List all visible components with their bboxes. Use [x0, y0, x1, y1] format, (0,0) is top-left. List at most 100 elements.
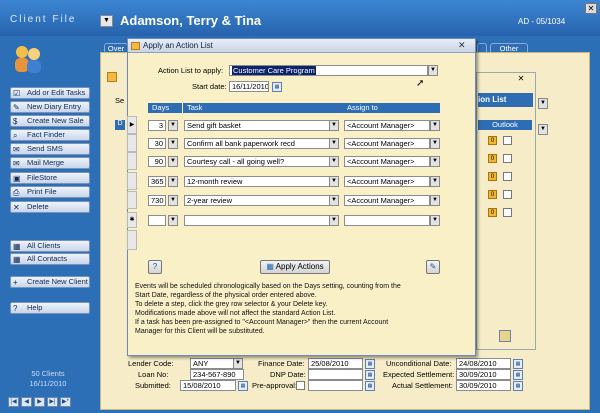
outlook-checkbox[interactable]	[503, 208, 512, 217]
days-dropdown[interactable]: ▼	[168, 176, 178, 187]
task-dropdown[interactable]: ▼	[329, 138, 339, 149]
preapproval-date-field[interactable]	[308, 380, 363, 391]
finance-date-field[interactable]: 25/08/2010	[308, 358, 363, 369]
start-date-field[interactable]: 16/11/2010	[229, 81, 269, 92]
calendar-icon[interactable]: ▦	[238, 381, 248, 391]
action-list-select[interactable]: Customer Care Program	[229, 65, 428, 76]
days-dropdown[interactable]: ▼	[168, 156, 178, 167]
new-task-field[interactable]	[184, 215, 330, 226]
outlook-checkbox[interactable]	[503, 136, 512, 145]
row-selector[interactable]: ▶	[127, 116, 137, 134]
action-list-button[interactable]: ion List	[478, 93, 533, 107]
expected-settlement-field[interactable]: 30/09/2010	[456, 369, 511, 380]
assign-dropdown[interactable]: ▼	[430, 195, 440, 206]
calendar-icon[interactable]: ▦	[513, 359, 523, 369]
finance-date-label: Finance Date:	[258, 359, 305, 368]
next-record-button[interactable]: ▶	[34, 397, 45, 407]
sidebar-item-fact-finder[interactable]: ⌕ Fact Finder	[10, 129, 90, 141]
close-icon[interactable]: ✕	[585, 3, 597, 14]
bg-dropdown-2[interactable]: ▼	[538, 124, 548, 135]
apply-actions-button[interactable]: ▦ Apply Actions	[260, 260, 330, 274]
days-field[interactable]: 3	[148, 120, 166, 131]
last-record-button[interactable]: ▶|	[47, 397, 58, 407]
new-assign-dropdown[interactable]: ▼	[430, 215, 440, 226]
new-days-field[interactable]	[148, 215, 166, 226]
row-selector[interactable]	[127, 172, 137, 190]
assign-field[interactable]: <Account Manager>	[344, 138, 430, 149]
calendar-icon[interactable]: ▦	[365, 370, 375, 380]
days-dropdown[interactable]: ▼	[168, 138, 178, 149]
row-selector[interactable]	[127, 191, 137, 209]
edit-list-icon[interactable]: ✎	[426, 260, 440, 274]
task-field[interactable]: Courtesy call - all going well?	[184, 156, 330, 167]
task-field[interactable]: Confirm all bank paperwork recd	[184, 138, 330, 149]
calendar-icon[interactable]: ▦	[365, 359, 375, 369]
bg-dropdown-1[interactable]: ▼	[538, 98, 548, 109]
assign-field[interactable]: <Account Manager>	[344, 195, 430, 206]
submitted-field[interactable]: 15/08/2010	[180, 380, 236, 391]
assign-field[interactable]: <Account Manager>	[344, 176, 430, 187]
days-dropdown[interactable]: ▼	[168, 195, 178, 206]
sidebar-item-help[interactable]: ? Help	[10, 302, 90, 314]
edit-icon[interactable]	[499, 330, 511, 342]
help-icon[interactable]: ?	[148, 260, 162, 274]
sidebar-item-delete[interactable]: ✕ Delete	[10, 201, 90, 213]
unconditional-date-field[interactable]: 24/08/2010	[456, 358, 511, 369]
days-field[interactable]: 30	[148, 138, 166, 149]
task-field[interactable]: Send gift basket	[184, 120, 330, 131]
assign-dropdown[interactable]: ▼	[430, 156, 440, 167]
close-icon[interactable]: ✕	[458, 40, 466, 51]
dnp-date-field[interactable]	[308, 369, 363, 380]
task-dropdown[interactable]: ▼	[329, 120, 339, 131]
actual-settlement-field[interactable]: 30/09/2010	[456, 380, 511, 391]
task-dropdown[interactable]: ▼	[329, 176, 339, 187]
assign-field[interactable]: <Account Manager>	[344, 120, 430, 131]
new-task-dropdown[interactable]: ▼	[329, 215, 339, 226]
clients-icon: ▦	[13, 242, 21, 251]
subwindow-close-icon[interactable]: ✕	[515, 74, 527, 85]
calendar-icon[interactable]: ▦	[272, 82, 282, 92]
assign-dropdown[interactable]: ▼	[430, 176, 440, 187]
row-selector[interactable]	[127, 152, 137, 170]
days-dropdown[interactable]: ▼	[168, 120, 178, 131]
sidebar-item-all-clients[interactable]: ▦ All Clients	[10, 240, 90, 252]
row-selector[interactable]	[127, 134, 137, 152]
task-dropdown[interactable]: ▼	[329, 195, 339, 206]
preapproval-checkbox[interactable]	[296, 381, 305, 390]
task-field[interactable]: 12-month review	[184, 176, 330, 187]
sidebar-item-add-or-edit-tasks[interactable]: ☑ Add or Edit Tasks	[10, 87, 90, 99]
assign-dropdown[interactable]: ▼	[430, 138, 440, 149]
days-field[interactable]: 730	[148, 195, 166, 206]
assign-field[interactable]: <Account Manager>	[344, 156, 430, 167]
days-field[interactable]: 90	[148, 156, 166, 167]
outlook-checkbox[interactable]	[503, 154, 512, 163]
outlook-checkbox[interactable]	[503, 190, 512, 199]
outlook-checkbox[interactable]	[503, 172, 512, 181]
client-dropdown-button[interactable]: ▼	[100, 15, 113, 27]
days-field[interactable]: 365	[148, 176, 166, 187]
task-field[interactable]: 2-year review	[184, 195, 330, 206]
prev-record-button[interactable]: ◀	[21, 397, 32, 407]
calendar-icon[interactable]: ▦	[513, 381, 523, 391]
lender-code-field[interactable]: ANY	[190, 358, 234, 369]
calendar-icon[interactable]: ▦	[365, 381, 375, 391]
lender-code-dropdown[interactable]: ▼	[233, 358, 243, 369]
sidebar-item-print-file[interactable]: ⎙ Print File	[10, 186, 90, 198]
sidebar-item-create-new-sale[interactable]: $ Create New Sale	[10, 115, 90, 127]
sidebar-item-filestore[interactable]: ▣ FileStore	[10, 172, 90, 184]
task-dropdown[interactable]: ▼	[329, 156, 339, 167]
sidebar-item-all-contacts[interactable]: ▦ All Contacts	[10, 253, 90, 265]
assign-dropdown[interactable]: ▼	[430, 120, 440, 131]
calendar-icon[interactable]: ▦	[513, 370, 523, 380]
new-record-button[interactable]: ▶*	[60, 397, 71, 407]
action-list-dropdown[interactable]: ▼	[428, 65, 438, 76]
first-record-button[interactable]: |◀	[8, 397, 19, 407]
new-assign-field[interactable]	[344, 215, 430, 226]
sidebar-item-send-sms[interactable]: ✉ Send SMS	[10, 143, 90, 155]
sidebar-item-mail-merge[interactable]: ✉ Mail Merge	[10, 157, 90, 169]
new-days-dropdown[interactable]: ▼	[168, 215, 178, 226]
sidebar-item-create-new-client[interactable]: + Create New Client	[10, 276, 90, 288]
new-row-selector[interactable]: ✱	[127, 212, 137, 228]
loan-no-field[interactable]: 234-567-890	[190, 369, 244, 380]
sidebar-item-new-diary-entry[interactable]: ✎ New Diary Entry	[10, 101, 90, 113]
